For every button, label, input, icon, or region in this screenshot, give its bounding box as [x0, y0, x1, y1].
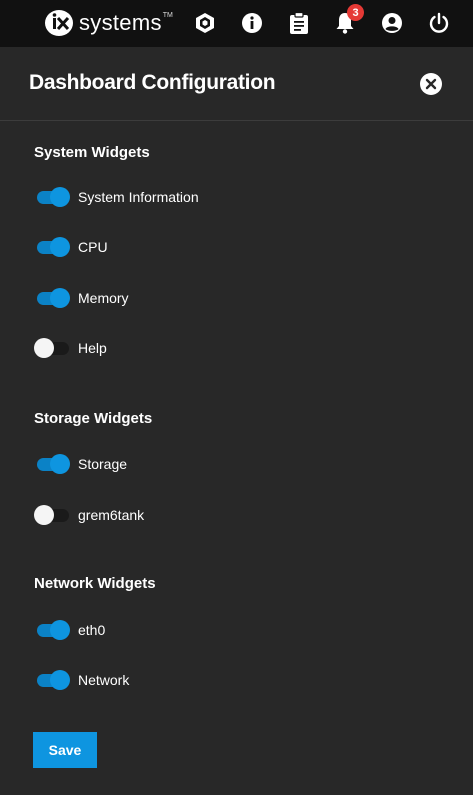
grem6tank-toggle[interactable]: [34, 505, 70, 525]
toggle-label: Storage: [78, 456, 128, 472]
toggle-row-eth0[interactable]: eth0: [34, 618, 105, 642]
network-widgets-heading: Network Widgets: [34, 575, 156, 592]
toggle-label: System Information: [78, 189, 199, 205]
storage-toggle[interactable]: [34, 454, 70, 474]
ixsystems-logo[interactable]: systems TM: [44, 8, 173, 38]
toggle-row-network[interactable]: Network: [34, 668, 129, 692]
toggle-label: CPU: [78, 239, 108, 255]
toggle-label: eth0: [78, 622, 106, 638]
eth0-toggle[interactable]: [34, 620, 70, 640]
truecommand-icon[interactable]: [193, 11, 217, 35]
network-toggle[interactable]: [34, 670, 70, 690]
cpu-toggle[interactable]: [34, 237, 70, 257]
toggle-row-help[interactable]: Help: [34, 336, 107, 360]
toggle-row-grem6tank[interactable]: grem6tank: [34, 503, 144, 527]
info-icon[interactable]: [240, 11, 264, 35]
toggle-row-memory[interactable]: Memory: [34, 286, 129, 310]
close-button[interactable]: [420, 73, 442, 95]
toggle-row-system-information[interactable]: System Information: [34, 185, 199, 209]
power-icon[interactable]: [427, 11, 451, 35]
panel-header: Dashboard Configuration: [0, 47, 473, 121]
notification-count-badge: 3: [347, 4, 364, 21]
toggle-label: Memory: [78, 290, 129, 306]
logo-text: systems: [79, 10, 162, 35]
top-toolbar: systems TM 3: [0, 0, 473, 47]
logo-trademark: TM: [162, 11, 173, 19]
memory-toggle[interactable]: [34, 288, 70, 308]
toggle-row-cpu[interactable]: CPU: [34, 235, 108, 259]
storage-widgets-heading: Storage Widgets: [34, 410, 153, 427]
system-widgets-heading: System Widgets: [34, 144, 150, 161]
ix-logo-mark: [45, 10, 73, 36]
clipboard-icon[interactable]: [287, 11, 311, 35]
toggle-row-storage[interactable]: Storage: [34, 452, 127, 476]
toggle-label: Help: [78, 340, 107, 356]
help-toggle[interactable]: [34, 338, 70, 358]
account-circle-icon[interactable]: [380, 11, 404, 35]
page-title: Dashboard Configuration: [29, 71, 276, 94]
save-button[interactable]: Save: [33, 732, 97, 768]
toggle-label: Network: [78, 672, 130, 688]
system-information-toggle[interactable]: [34, 187, 70, 207]
close-icon: [425, 78, 437, 90]
toggle-label: grem6tank: [78, 507, 145, 523]
